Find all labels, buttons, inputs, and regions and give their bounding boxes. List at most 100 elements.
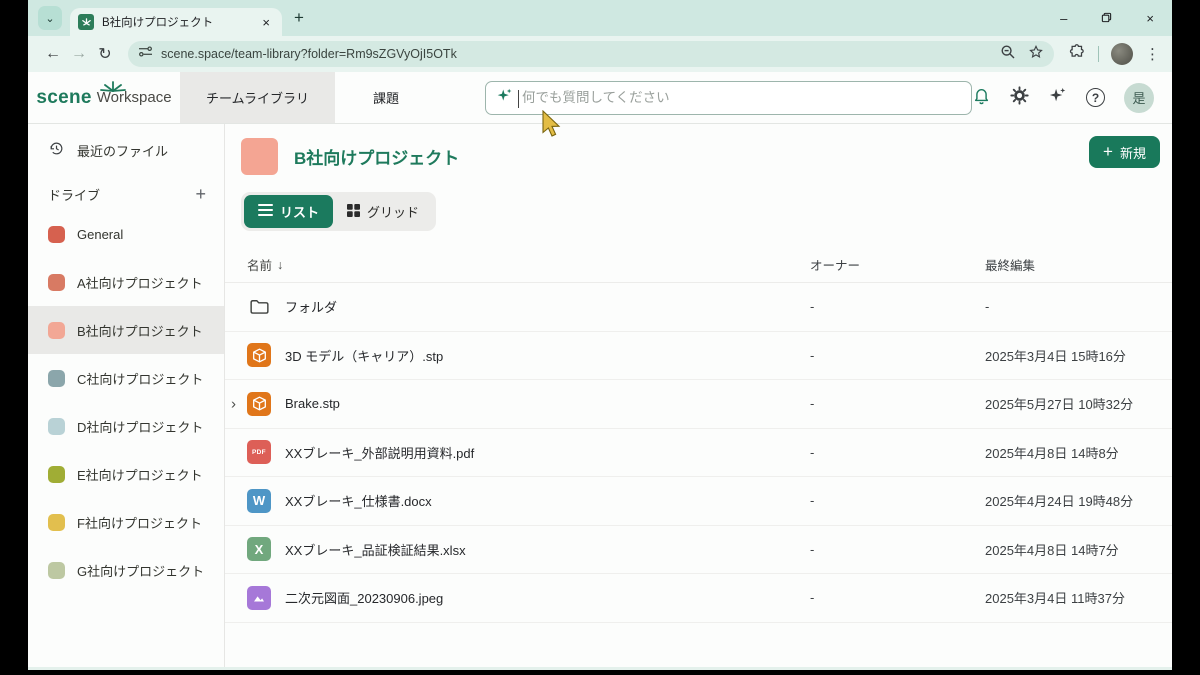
sidebar-drive-item-2[interactable]: B社向けプロジェクト [28, 306, 224, 354]
table-row-3[interactable]: › PDF XXブレーキ_外部説明用資料.pdf - 2025年4月8日 14時… [225, 429, 1172, 478]
column-header-last-edited[interactable]: 最終編集 [985, 255, 1172, 274]
cube-file-icon [247, 343, 271, 367]
drive-label: C社向けプロジェクト [77, 369, 203, 388]
file-owner: - [810, 445, 985, 460]
drives-label: ドライブ [48, 185, 100, 204]
history-clock-icon [48, 140, 65, 160]
folder-icon [247, 295, 271, 319]
add-drive-button[interactable]: + [195, 184, 206, 205]
file-last-edited: 2025年3月4日 11時37分 [985, 588, 1172, 607]
url-text[interactable]: scene.space/team-library?folder=Rm9sZGVy… [161, 47, 1000, 61]
settings-gear-icon[interactable] [1010, 86, 1029, 110]
workspace-logo[interactable]: scene Workspace [28, 72, 180, 123]
drive-color-icon [48, 418, 65, 435]
file-owner: - [810, 348, 985, 363]
table-row-4[interactable]: › W XXブレーキ_仕様書.docx - 2025年4月24日 19時48分 [225, 477, 1172, 526]
browser-tabstrip: ⌄ B社向けプロジェクト × + – × [28, 0, 1172, 36]
back-button[interactable]: ← [40, 45, 66, 63]
file-last-edited: 2025年5月27日 10時32分 [985, 394, 1172, 413]
table-header-row: 名前 ↓ オーナー 最終編集 [225, 247, 1172, 283]
table-row-2[interactable]: › Brake.stp - 2025年5月27日 10時32分 [225, 380, 1172, 429]
browser-profile-avatar[interactable] [1111, 43, 1133, 65]
drive-label: General [77, 227, 123, 242]
drive-label: G社向けプロジェクト [77, 561, 204, 580]
file-name: フォルダ [285, 297, 337, 316]
extensions-puzzle-icon[interactable] [1068, 43, 1086, 66]
drive-color-icon [48, 226, 65, 243]
file-last-edited: 2025年4月8日 14時8分 [985, 443, 1172, 462]
file-last-edited: 2025年3月4日 15時16分 [985, 346, 1172, 365]
drive-label: F社向けプロジェクト [77, 513, 202, 532]
new-button[interactable]: + 新規 [1089, 136, 1160, 168]
window-close-button[interactable]: × [1146, 11, 1154, 26]
mouse-cursor [541, 110, 561, 143]
file-last-edited: - [985, 299, 1172, 314]
image-file-icon [247, 586, 271, 610]
tab-close-icon[interactable]: × [258, 15, 274, 30]
view-toggle-list[interactable]: リスト [244, 195, 333, 228]
logo-rays-icon [100, 79, 126, 97]
ai-assistant-sparkle-icon[interactable] [1048, 86, 1067, 110]
drive-color-square [241, 138, 278, 175]
sidebar-drive-item-3[interactable]: C社向けプロジェクト [28, 354, 224, 402]
file-owner: - [810, 493, 985, 508]
file-owner: - [810, 299, 985, 314]
file-name: XXブレーキ_品証検証結果.xlsx [285, 540, 466, 559]
plus-icon: + [1103, 142, 1113, 162]
notifications-bell-icon[interactable] [972, 86, 991, 110]
column-header-name[interactable]: 名前 [247, 255, 272, 274]
sidebar-drive-item-4[interactable]: D社向けプロジェクト [28, 402, 224, 450]
list-icon [258, 204, 273, 219]
reload-button[interactable]: ↻ [92, 44, 118, 64]
sidebar-drive-item-5[interactable]: E社向けプロジェクト [28, 450, 224, 498]
sidebar-drive-item-7[interactable]: G社向けプロジェクト [28, 546, 224, 594]
file-name: Brake.stp [285, 396, 340, 411]
table-row-5[interactable]: › X XXブレーキ_品証検証結果.xlsx - 2025年4月8日 14時7分 [225, 526, 1172, 575]
table-row-0[interactable]: › フォルダ - - [225, 283, 1172, 332]
address-bar[interactable]: scene.space/team-library?folder=Rm9sZGVy… [128, 41, 1054, 67]
tab-issues[interactable]: 課題 [335, 72, 437, 123]
drive-color-icon [48, 322, 65, 339]
zoom-icon[interactable] [1000, 44, 1016, 65]
sidebar-item-recent-files[interactable]: 最近のファイル [28, 130, 224, 170]
forward-button[interactable]: → [66, 45, 92, 63]
help-icon[interactable]: ? [1086, 88, 1105, 107]
drive-label: D社向けプロジェクト [77, 417, 203, 436]
view-toggle-grid[interactable]: グリッド [333, 195, 433, 228]
x-file-icon: X [247, 537, 271, 561]
drive-color-icon [48, 370, 65, 387]
tab-team-library[interactable]: チームライブラリ [180, 72, 335, 123]
column-header-owner[interactable]: オーナー [810, 255, 985, 274]
drive-color-icon [48, 562, 65, 579]
browser-tab[interactable]: B社向けプロジェクト × [70, 8, 282, 36]
page-title: B社向けプロジェクト [294, 144, 459, 169]
sidebar-drive-item-6[interactable]: F社向けプロジェクト [28, 498, 224, 546]
table-row-6[interactable]: › 二次元図面_20230906.jpeg - 2025年3月4日 11時37分 [225, 574, 1172, 623]
file-name: XXブレーキ_外部説明用資料.pdf [285, 443, 474, 462]
browser-window: ⌄ B社向けプロジェクト × + – × ← → ↻ scene.space/t… [28, 0, 1172, 670]
sidebar-drive-item-1[interactable]: A社向けプロジェクト [28, 258, 224, 306]
new-tab-button[interactable]: + [294, 8, 304, 28]
drive-label: E社向けプロジェクト [77, 465, 203, 484]
sidebar: 最近のファイル ドライブ + General A社向けプロジェクト B社向けプロ… [28, 124, 225, 670]
text-caret [518, 90, 519, 108]
search-input[interactable] [522, 90, 961, 105]
window-minimize-button[interactable]: – [1060, 11, 1067, 26]
view-toggle: リスト グリッド [241, 192, 436, 231]
file-owner: - [810, 590, 985, 605]
site-info-icon[interactable] [138, 45, 153, 63]
user-avatar[interactable]: 是 [1124, 83, 1154, 113]
drive-color-icon [48, 466, 65, 483]
browser-menu-icon[interactable]: ⋮ [1145, 45, 1160, 63]
sort-descending-icon[interactable]: ↓ [277, 258, 283, 272]
window-restore-button[interactable] [1101, 11, 1112, 26]
file-owner: - [810, 542, 985, 557]
expand-chevron-icon[interactable]: › [231, 395, 236, 412]
w-file-icon: W [247, 489, 271, 513]
tab-search-chevron-icon[interactable]: ⌄ [38, 6, 62, 30]
logo-text-primary: scene [36, 87, 91, 109]
file-last-edited: 2025年4月8日 14時7分 [985, 540, 1172, 559]
table-row-1[interactable]: › 3D モデル（キャリア）.stp - 2025年3月4日 15時16分 [225, 332, 1172, 381]
bookmark-star-icon[interactable] [1028, 44, 1044, 65]
sidebar-drive-item-0[interactable]: General [28, 210, 224, 258]
